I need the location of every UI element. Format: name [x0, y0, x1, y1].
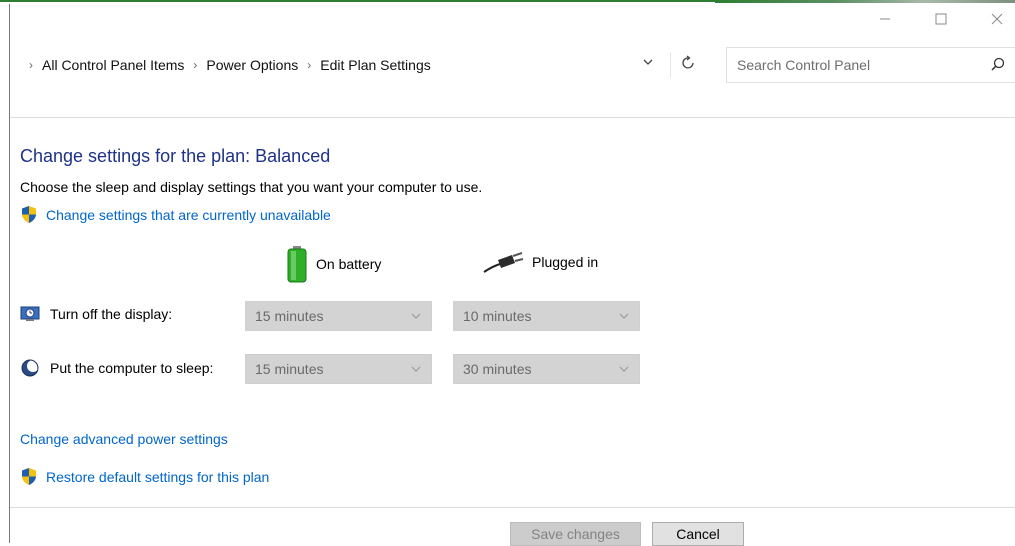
window-top-border-right [715, 0, 1015, 3]
column-plugged-in: Plugged in [482, 250, 598, 274]
display-on-battery-value: 15 minutes [255, 308, 324, 324]
sleep-on-battery-select[interactable]: 15 minutes [245, 354, 432, 384]
display-on-battery-select[interactable]: 15 minutes [245, 301, 432, 331]
column-on-battery: On battery [286, 245, 381, 283]
display-plugged-in-value: 10 minutes [463, 308, 532, 324]
content-divider [10, 117, 1015, 118]
breadcrumb-edit-plan-settings[interactable]: Edit Plan Settings [320, 57, 431, 73]
breadcrumb: › All Control Panel Items › Power Option… [20, 46, 431, 84]
turn-off-display-row: Turn off the display: [20, 305, 172, 323]
minimize-button[interactable] [862, 8, 908, 30]
sleep-icon [21, 359, 39, 377]
search-placeholder: Search Control Panel [737, 57, 871, 73]
chevron-down-icon [619, 366, 629, 372]
footer-divider [10, 507, 1015, 508]
sleep-on-battery-value: 15 minutes [255, 361, 324, 377]
breadcrumb-all-control-panel-items[interactable]: All Control Panel Items [42, 57, 184, 73]
chevron-down-icon [619, 313, 629, 319]
change-unavailable-settings-link[interactable]: Change settings that are currently unava… [20, 205, 331, 224]
chevron-right-icon: › [29, 58, 33, 72]
chevron-down-icon [411, 366, 421, 372]
display-plugged-in-select[interactable]: 10 minutes [453, 301, 640, 331]
breadcrumb-power-options[interactable]: Power Options [206, 57, 298, 73]
save-changes-button[interactable]: Save changes [510, 522, 641, 546]
refresh-icon [682, 55, 694, 69]
chevron-down-icon [411, 313, 421, 319]
on-battery-label: On battery [316, 256, 382, 272]
search-input[interactable]: Search Control Panel [726, 47, 1015, 83]
sleep-row: Put the computer to sleep: [20, 358, 213, 378]
battery-icon [287, 246, 307, 283]
page-subtitle: Choose the sleep and display settings th… [20, 179, 483, 195]
close-icon [991, 13, 1003, 25]
window-left-edge [0, 4, 10, 543]
change-unavailable-settings-label[interactable]: Change settings that are currently unava… [46, 207, 331, 223]
plugged-in-label: Plugged in [532, 254, 599, 270]
refresh-button[interactable] [682, 54, 696, 74]
advanced-power-settings-link[interactable]: Change advanced power settings [20, 431, 228, 447]
chevron-right-icon[interactable]: › [307, 58, 311, 72]
shield-icon [22, 206, 36, 223]
minimize-icon [880, 18, 890, 20]
sleep-label: Put the computer to sleep: [50, 360, 214, 376]
turn-off-display-label: Turn off the display: [50, 306, 173, 322]
restore-defaults-label[interactable]: Restore default settings for this plan [46, 469, 269, 485]
address-history-dropdown[interactable] [642, 56, 654, 71]
sleep-plugged-in-select[interactable]: 30 minutes [453, 354, 640, 384]
page-title: Change settings for the plan: Balanced [20, 146, 331, 166]
address-bar[interactable]: › All Control Panel Items › Power Option… [10, 46, 715, 84]
plug-icon [483, 252, 524, 273]
shield-icon [22, 468, 36, 485]
close-button[interactable] [974, 8, 1015, 30]
address-separator [670, 52, 671, 78]
advanced-power-settings-label[interactable]: Change advanced power settings [20, 431, 228, 447]
chevron-down-icon [643, 59, 653, 65]
restore-defaults-link[interactable]: Restore default settings for this plan [20, 467, 269, 486]
display-icon [20, 306, 40, 321]
chevron-right-icon[interactable]: › [193, 58, 197, 72]
maximize-button[interactable] [918, 8, 964, 30]
sleep-plugged-in-value: 30 minutes [463, 361, 532, 377]
cancel-button[interactable]: Cancel [652, 522, 744, 546]
maximize-icon [935, 13, 947, 25]
search-icon [991, 57, 1005, 71]
